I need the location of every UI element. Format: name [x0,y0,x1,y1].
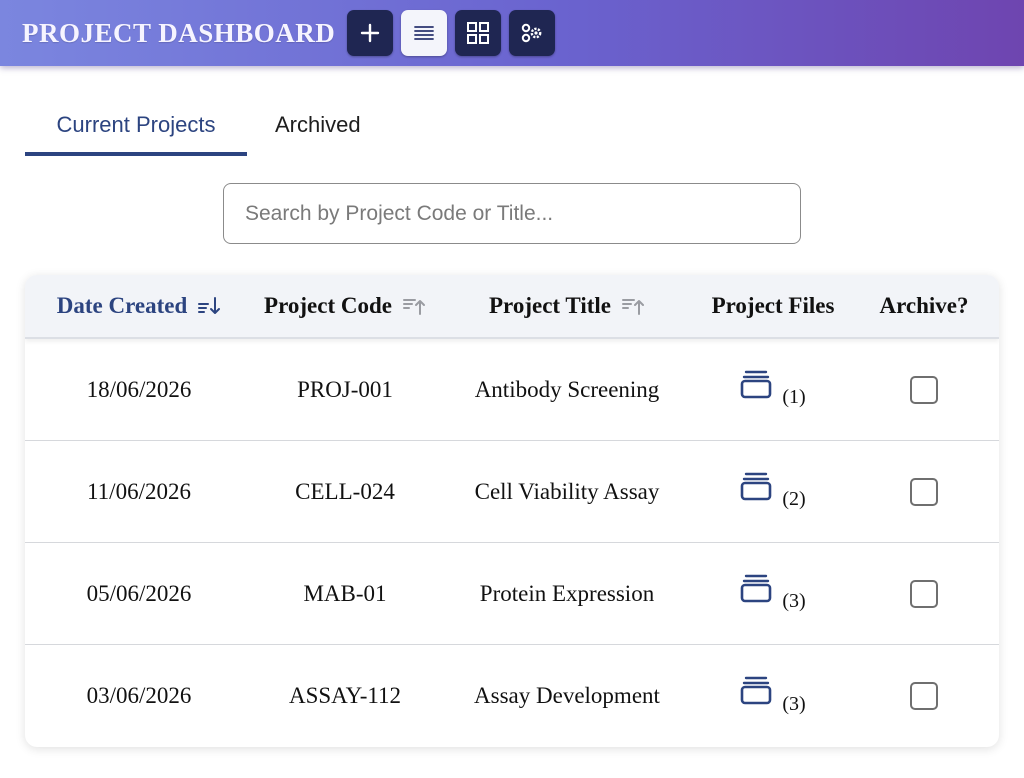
file-count: (2) [782,488,806,510]
gear-icon [522,23,542,43]
grid-icon [467,22,490,44]
folder-icon[interactable] [740,368,772,400]
add-button[interactable] [347,10,394,56]
tab-archived[interactable]: Archived [247,100,389,156]
column-header-project-title[interactable]: Project Title [437,293,697,319]
column-header-label: Project Code [264,293,392,318]
tab-current-projects[interactable]: Current Projects [25,100,247,156]
archive-checkbox[interactable] [910,375,938,404]
table-row: 11/06/2026 CELL-024 Cell Viability Assay… [25,441,999,543]
app-title: PROJECT DASHBOARD [22,17,336,48]
archive-checkbox[interactable] [910,477,938,506]
project-title-cell: Protein Expression [479,580,655,606]
date-cell: 05/06/2026 [86,580,192,606]
project-files-cell[interactable]: (3) [697,574,849,612]
project-title-cell: Antibody Screening [474,376,660,402]
project-code-cell: MAB-01 [303,580,387,606]
archive-cell [849,579,999,608]
list-icon [414,26,435,40]
archive-cell [849,375,999,404]
table-row: 03/06/2026 ASSAY-112 Assay Development (… [25,645,999,747]
project-title-cell: Assay Development [474,683,660,708]
archive-checkbox[interactable] [910,682,938,710]
grid-view-button[interactable] [455,10,502,56]
header-bar: PROJECT DASHBOARD [0,0,1024,66]
column-header-archive: Archive? [879,293,969,318]
search-input[interactable] [223,183,801,244]
list-view-button[interactable] [401,10,448,56]
project-code-cell: CELL-024 [295,478,395,504]
table-header: Date Created Project Code Project Title [25,275,999,339]
folder-icon[interactable] [740,674,772,706]
settings-button[interactable] [509,10,556,56]
sort-ascending-icon [402,295,426,317]
project-files-cell[interactable]: (3) [697,676,849,715]
column-header-label: Project Title [489,293,611,318]
date-cell: 11/06/2026 [87,478,191,504]
archive-cell [849,477,999,506]
file-count: (1) [782,386,806,408]
archive-cell [849,682,999,710]
table-row: 05/06/2026 MAB-01 Protein Expression (3) [25,543,999,645]
projects-table: Date Created Project Code Project Title [25,275,999,747]
column-header-date-created[interactable]: Date Created [25,293,253,319]
sort-descending-icon [197,295,221,317]
folder-icon[interactable] [740,470,772,502]
column-header-project-code[interactable]: Project Code [253,293,437,319]
folder-icon[interactable] [740,572,772,604]
file-count: (3) [782,590,806,612]
date-cell: 18/06/2026 [86,376,192,402]
file-count: (3) [782,692,806,715]
sort-ascending-icon [621,295,645,317]
table-row: 18/06/2026 PROJ-001 Antibody Screening (… [25,339,999,441]
archive-checkbox[interactable] [910,579,938,608]
project-code-cell: ASSAY-112 [288,683,402,708]
project-code-cell: PROJ-001 [297,376,393,402]
plus-icon [361,23,380,43]
project-title-cell: Cell Viability Assay [474,478,660,504]
column-header-project-files: Project Files [711,293,835,318]
date-cell: 03/06/2026 [86,683,192,708]
project-files-cell[interactable]: (2) [697,472,849,510]
project-files-cell[interactable]: (1) [697,370,849,408]
column-header-label: Date Created [56,293,188,318]
tab-bar: Current Projects Archived [25,100,389,156]
